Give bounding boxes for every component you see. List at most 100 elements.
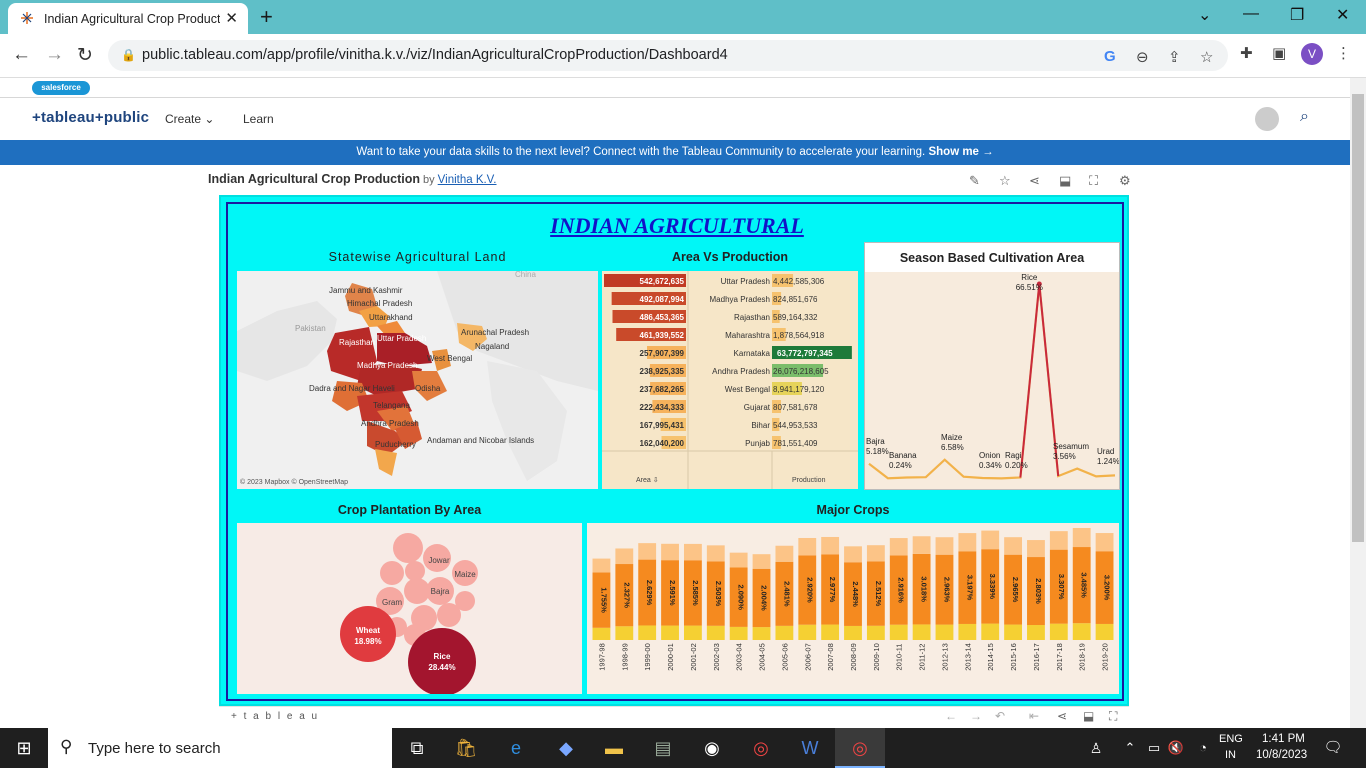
clock-time[interactable]: 1:41 PM <box>1262 733 1305 745</box>
bar-segment-top[interactable] <box>912 536 931 554</box>
revert-icon[interactable]: ↶ <box>995 709 1005 723</box>
season-line-chart[interactable]: Rice66.51% Bajra5.18% Banana0.24% Maize6.58… <box>865 272 1119 489</box>
season-chart-area[interactable]: Rice 66.51% Bajra 5.18% Banana 0.24% Maize 6.58… <box>865 272 1119 489</box>
media-icon[interactable]: ◉ <box>699 736 725 760</box>
area-vs-production-table[interactable]: 542,672,635 Uttar Pradesh 4,442,585,306 492… <box>602 271 858 489</box>
close-window-icon[interactable]: ✕ <box>1336 5 1349 25</box>
share-icon[interactable]: ⋖ <box>1057 709 1067 723</box>
tab-search-chevron-icon[interactable]: ⌄ <box>1198 5 1211 25</box>
notifications-icon[interactable]: 🗨 <box>1320 736 1346 760</box>
reload-icon[interactable]: ↻ <box>77 44 93 67</box>
search-icon[interactable]: ⌕ <box>1300 108 1309 126</box>
india-map[interactable]: China Jammu and Kashmir Himachal Pradesh… <box>237 271 598 489</box>
bar-segment-top[interactable] <box>844 546 862 563</box>
salesforce-logo[interactable]: salesforce <box>32 81 90 95</box>
bar-segment-top[interactable] <box>958 533 977 552</box>
nav-create[interactable]: Create ⌄ <box>165 112 214 126</box>
bar-segment-top[interactable] <box>661 543 679 561</box>
bar-segment-bottom[interactable] <box>1095 623 1114 640</box>
forward-icon[interactable]: → <box>45 44 64 66</box>
area-header[interactable]: Area ⇩ <box>636 477 659 484</box>
bar-segment-bottom[interactable] <box>661 625 679 640</box>
people-icon[interactable]: ♙ <box>1083 736 1109 760</box>
bar-segment-top[interactable] <box>752 554 771 569</box>
avp-chart[interactable]: 542,672,635 Uttar Pradesh 4,442,585,306 492… <box>602 271 858 489</box>
bar-segment-top[interactable] <box>683 543 702 561</box>
minimize-icon[interactable]: — <box>1243 5 1259 23</box>
bar-segment-bottom[interactable] <box>935 624 954 640</box>
bar-segment-bottom[interactable] <box>889 624 908 640</box>
bar-segment-top[interactable] <box>729 552 748 568</box>
bar-segment-bottom[interactable] <box>798 624 817 640</box>
browser-tab[interactable]: Indian Agricultural Crop Product ✕ <box>8 3 248 34</box>
bar-segment-top[interactable] <box>706 545 725 562</box>
tableau-public-logo[interactable]: +tableau+public <box>32 109 149 126</box>
download-icon[interactable]: ⬓ <box>1059 173 1071 189</box>
bar-segment-top[interactable] <box>775 545 794 562</box>
crop-bubble-chart[interactable]: Jowar Maize Bajra Gram Wheat 18.98% Rice… <box>237 523 582 694</box>
bar-segment-bottom[interactable] <box>981 623 1000 640</box>
bar-segment-bottom[interactable] <box>1049 623 1068 640</box>
bar-segment-top[interactable] <box>615 548 634 565</box>
bar-segment-top[interactable] <box>889 538 908 556</box>
fullscreen-icon[interactable]: ⛶ <box>1109 709 1117 724</box>
bar-segment-top[interactable] <box>935 537 954 555</box>
maximize-icon[interactable]: ❐ <box>1290 5 1304 25</box>
scrollbar-thumb[interactable] <box>1352 94 1364 542</box>
extensions-icon[interactable]: ✚ <box>1240 44 1253 62</box>
bar-segment-top[interactable] <box>1049 531 1068 550</box>
bar-segment-bottom[interactable] <box>638 625 657 640</box>
bar-segment-bottom[interactable] <box>1004 624 1023 640</box>
speaker-muted-icon[interactable]: 🔇 <box>1163 736 1189 760</box>
bar-segment-bottom[interactable] <box>615 626 634 640</box>
bar-segment-top[interactable] <box>981 530 1000 550</box>
side-panel-icon[interactable]: ▣ <box>1272 44 1286 62</box>
download-icon[interactable]: ⬓ <box>1083 709 1094 723</box>
bar-segment-bottom[interactable] <box>866 625 885 640</box>
taskbar-search[interactable]: ⚲ Type here to search <box>48 728 392 768</box>
edit-icon[interactable]: ✎ <box>969 173 980 189</box>
zoom-icon[interactable]: ⊖ <box>1136 48 1149 66</box>
share-icon[interactable]: ⇪ <box>1168 48 1181 66</box>
undo-icon[interactable]: ← <box>945 709 957 723</box>
back-icon[interactable]: ← <box>12 44 31 66</box>
language-indicator[interactable]: ENG <box>1219 733 1243 745</box>
bar-segment-top[interactable] <box>798 537 817 556</box>
user-avatar-icon[interactable] <box>1255 107 1279 131</box>
bar-segment-bottom[interactable] <box>729 626 748 640</box>
nav-learn[interactable]: Learn <box>243 112 274 126</box>
bubble-svg[interactable]: Jowar Maize Bajra Gram Wheat 18.98% Rice… <box>237 523 582 694</box>
bar-segment-top[interactable] <box>638 543 657 560</box>
tray-chevron-icon[interactable]: ⌃ <box>1117 736 1143 760</box>
store-icon[interactable]: 🛍 <box>453 736 479 760</box>
author-link[interactable]: Vinitha K.V. <box>438 174 497 186</box>
task-view-icon[interactable]: ⧉ <box>404 736 430 760</box>
google-lens-icon[interactable]: G <box>1104 48 1116 65</box>
tableau-logo[interactable]: + t a b l e a u <box>231 711 319 722</box>
windows-start-icon[interactable]: ⊞ <box>11 736 37 760</box>
show-me-link[interactable]: Show me → <box>928 146 993 158</box>
reset-icon[interactable]: ⇤ <box>1029 709 1039 723</box>
bar-segment-top[interactable] <box>1004 537 1023 555</box>
share-icon[interactable]: ⋖ <box>1029 173 1040 189</box>
bar-segment-top[interactable] <box>1095 533 1114 552</box>
major-crops-chart[interactable]: 1.755% 1997-98 2.327% 1998-99 2.629% 1999-00 2… <box>587 523 1119 694</box>
bar-segment-top[interactable] <box>1072 528 1091 548</box>
close-tab-icon[interactable]: ✕ <box>225 9 238 27</box>
file-explorer-icon[interactable]: ▬ <box>601 736 627 760</box>
state-map[interactable]: China Jammu and Kashmir Himachal Pradesh… <box>237 271 598 489</box>
new-tab-button[interactable]: + <box>260 4 273 30</box>
favorite-star-icon[interactable]: ☆ <box>999 173 1011 189</box>
bar-segment-bottom[interactable] <box>775 625 794 640</box>
bar-segment-bottom[interactable] <box>752 627 771 640</box>
copilot-icon[interactable]: ◆ <box>553 736 579 760</box>
major-crops-svg[interactable]: 1.755% 1997-98 2.327% 1998-99 2.629% 1999-00 2… <box>587 523 1119 694</box>
menu-icon[interactable]: ⋮ <box>1336 44 1351 62</box>
omnibox[interactable]: 🔒 public.tableau.com/app/profile/vinitha… <box>108 40 1228 71</box>
terminal-icon[interactable]: ▤ <box>650 736 676 760</box>
wifi-icon[interactable]: ◔ <box>1190 736 1216 760</box>
bar-segment-bottom[interactable] <box>844 625 862 640</box>
bar-segment-bottom[interactable] <box>912 624 931 640</box>
settings-gear-icon[interactable]: ⚙ <box>1119 173 1131 189</box>
word-icon[interactable]: W <box>797 736 823 760</box>
